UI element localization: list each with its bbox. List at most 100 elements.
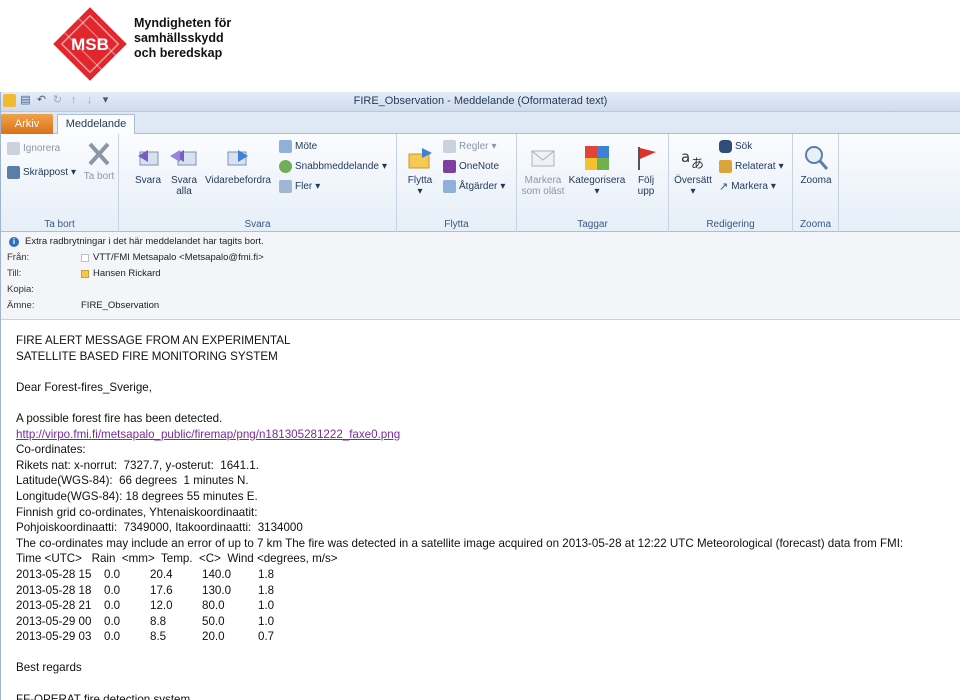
select-button[interactable]: ↗ Markera ▾ [719,180,776,193]
meeting-icon [279,140,292,153]
actions-button[interactable]: Åtgärder ▾ [443,180,505,193]
info-bar[interactable]: i Extra radbrytningar i det här meddelan… [9,236,264,247]
title-bar: ▤ ↶ ↻ ↑ ↓ ▾ FIRE_Observation - Meddeland… [1,92,960,112]
junk-label: Skräppost [23,167,69,178]
forward-button[interactable]: Vidarebefordra [203,144,273,186]
reply-all-icon [170,150,197,166]
subject-value: FIRE_Observation [81,300,160,311]
weather-table: 2013-05-28 15 0.0 20.4 140.0 1.8 2013-05-28 1… [16,567,960,645]
reply-all-button[interactable]: Svara alla [167,144,201,197]
finnish-grid-coordinates: Pohjoiskoordinaatti: 7349000, Itakoordin… [16,521,303,535]
chevron-down-icon: ▾ [594,186,600,197]
ignore-button[interactable]: Ignorera [7,142,60,155]
weather-row: 2013-05-28 15 0.0 20.4 140.0 1.8 [16,567,960,583]
zoom-label: Zooma [800,175,832,186]
delete-button[interactable]: Ta bort [83,140,115,182]
move-label: Flytta [407,175,433,186]
weather-time: 2013-05-29 00 [16,614,92,628]
message-body[interactable]: FIRE ALERT MESSAGE FROM AN EXPERIMENTAL … [1,321,960,700]
firemap-link[interactable]: http://virpo.fmi.fi/metsapalo_public/fir… [16,428,400,441]
weather-rain: 0.0 [104,583,121,597]
ignore-icon [7,142,20,155]
ribbon-tabs: Arkiv Meddelande [1,112,960,135]
group-move-label: Flytta [444,219,469,230]
rules-label: Regler [459,141,489,152]
more-respond-button[interactable]: Fler ▾ [279,180,320,193]
weather-table-header: Time <UTC> Rain <mm> Temp. <C> Wind <deg… [16,552,338,566]
msb-name-line2: samhällsskydd [134,31,224,45]
contact-icon [81,269,89,278]
weather-row: 2013-05-28 18 0.0 17.6 130.0 1.8 [16,583,960,599]
svg-text:a: a [681,148,690,166]
translate-icon: aあ [681,148,704,172]
reply-icon [138,150,159,166]
msb-name-line1: Myndigheten för [134,16,232,30]
subject-row: Ämne: FIRE_Observation [7,300,159,311]
forward-label: Vidarebefordra [205,175,271,186]
move-button[interactable]: Flytta ▾ [403,144,437,197]
find-button[interactable]: Sök [719,140,752,153]
meeting-button[interactable]: Möte [279,140,317,153]
alert-heading-line2: SATELLITE BASED FIRE MONITORING SYSTEM [16,349,278,363]
coordinates-heading: Co-ordinates: [16,443,86,457]
related-button[interactable]: Relaterat ▾ [719,160,784,173]
group-delete: Ignorera Skräppost ▾ Ta bort Ta bort [1,134,119,232]
onenote-button[interactable]: OneNote [443,160,499,173]
msb-logo: MSB Myndigheten för samhällsskydd och be… [52,6,252,86]
weather-rain: 0.0 [104,614,121,628]
group-move: Flytta ▾ Regler ▾ OneNote Åtgärder ▾ Fly… [397,134,517,232]
zoom-button[interactable]: Zooma [797,144,835,186]
rules-button[interactable]: Regler ▾ [443,140,497,153]
longitude: Longitude(WGS-84): 18 degrees 55 minutes… [16,489,258,503]
flag-icon [638,147,656,170]
follow-up-button[interactable]: Följ upp [629,144,663,197]
chevron-down-icon: ▾ [71,167,77,178]
select-label: Markera [731,181,768,192]
reply-button[interactable]: Svara [131,144,165,186]
rikets-coordinates: Rikets nat: x-norrut: 7327.7, y-osterut:… [16,458,259,472]
mark-unread-label: Markera som oläst [521,175,565,197]
chevron-down-icon: ▾ [417,186,423,197]
meeting-label: Möte [295,141,318,152]
forward-icon [227,150,248,166]
group-zoom-label: Zooma [799,219,832,230]
to-value[interactable]: Hansen Rickard [93,268,161,279]
cc-row: Kopia: [7,284,81,295]
sender-status-icon [81,253,89,262]
weather-temp: 8.8 [150,614,167,628]
from-row: Från: VTT/FMI Metsapalo <Metsapalo@fmi.f… [7,252,264,263]
junk-button[interactable]: Skräppost ▾ [7,166,76,179]
translate-button[interactable]: aあ Översätt ▾ [673,144,713,197]
onenote-label: OneNote [459,161,500,172]
chevron-down-icon: ▾ [778,161,784,172]
move-folder-icon [408,148,432,169]
categorize-button[interactable]: Kategorisera ▾ [567,144,627,197]
follow-up-label: Följ upp [637,175,655,197]
to-row: Till: Hansen Rickard [7,268,161,279]
im-button[interactable]: Snabbmeddelande ▾ [279,160,387,173]
error-note: The co-ordinates may include an error of… [16,536,904,550]
tab-file[interactable]: Arkiv [1,114,53,134]
binoculars-icon [719,140,732,153]
ignore-label: Ignorera [23,143,61,154]
weather-dir: 140.0 [202,567,232,581]
group-tags: Markera som oläst Kategorisera ▾ Följ up… [517,134,669,232]
onenote-icon [443,160,456,173]
tab-message[interactable]: Meddelande [57,114,135,135]
window-title: FIRE_Observation - Meddelande (Oformater… [353,95,608,107]
related-icon [719,160,732,173]
latitude: Latitude(WGS-84): 66 degrees 1 minutes N… [16,474,249,488]
chevron-down-icon: ▾ [315,181,321,192]
msb-name-line3: och beredskap [134,46,223,60]
from-value[interactable]: VTT/FMI Metsapalo <Metsapalo@fmi.fi> [93,252,264,263]
greeting: Dear Forest-fires_Sverige, [16,380,152,394]
finnish-grid-heading: Finnish grid co-ordinates, Yhtenaiskoord… [16,505,258,519]
more-label: Fler [295,181,313,192]
weather-rain: 0.0 [104,630,121,644]
im-icon [279,160,292,173]
from-label: Från: [7,252,30,263]
translate-label: Översätt [674,175,712,186]
mark-unread-button[interactable]: Markera som oläst [521,144,565,197]
weather-speed: 0.7 [258,630,275,644]
cc-label: Kopia: [7,284,34,295]
